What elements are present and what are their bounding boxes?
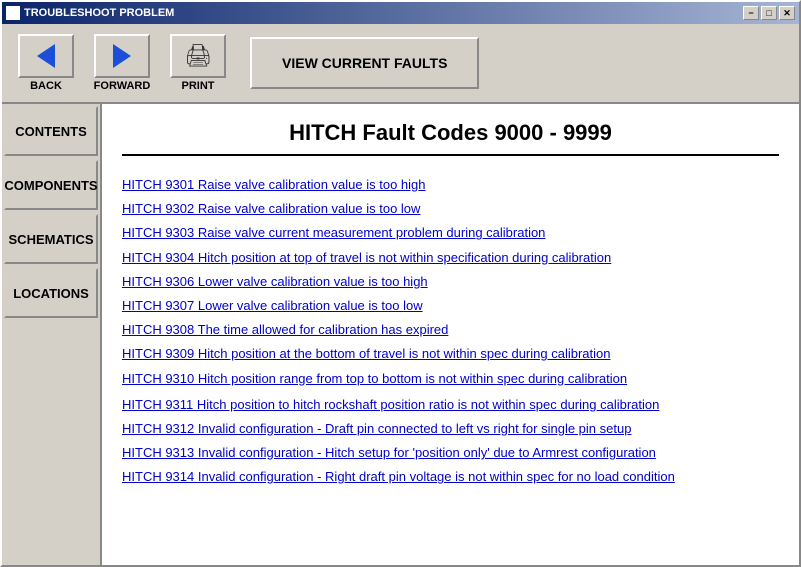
fault-link-9311[interactable]: HITCH 9311 Hitch position to hitch rocks… [122,396,779,414]
toolbar: BACK FORWARD 🖨 PRINT VIEW CURRENT FAULTS [2,24,799,104]
maximize-button[interactable]: □ [761,6,777,20]
back-button-icon [18,34,74,78]
sidebar-schematics-label: SCHEMATICS [9,232,94,247]
title-bar: TROUBLESHOOT PROBLEM − □ ✕ [2,2,799,24]
sidebar-item-contents[interactable]: CONTENTS [4,106,98,156]
forward-button[interactable]: FORWARD [86,34,158,92]
fault-link-9302[interactable]: HITCH 9302 Raise valve calibration value… [122,200,779,218]
back-arrow-icon [37,44,55,68]
fault-link-9310[interactable]: HITCH 9310 Hitch position range from top… [122,370,779,388]
close-button[interactable]: ✕ [779,6,795,20]
title-bar-icon [6,6,20,20]
forward-button-icon [94,34,150,78]
sidebar-item-components[interactable]: COMPONENTS [4,160,98,210]
minimize-button[interactable]: − [743,6,759,20]
fault-link-9307[interactable]: HITCH 9307 Lower valve calibration value… [122,297,779,315]
print-button-icon: 🖨 [170,34,226,78]
sidebar-item-schematics[interactable]: SCHEMATICS [4,214,98,264]
title-bar-controls: − □ ✕ [743,6,795,20]
fault-link-9309[interactable]: HITCH 9309 Hitch position at the bottom … [122,345,779,363]
fault-list: HITCH 9301 Raise valve calibration value… [122,176,779,388]
view-faults-label: VIEW CURRENT FAULTS [282,55,447,71]
sidebar-locations-label: LOCATIONS [13,286,89,301]
view-faults-button[interactable]: VIEW CURRENT FAULTS [250,37,479,89]
forward-label: FORWARD [94,80,151,92]
back-label: BACK [30,80,62,92]
fault-link-9306[interactable]: HITCH 9306 Lower valve calibration value… [122,273,779,291]
fault-link-9303[interactable]: HITCH 9303 Raise valve current measureme… [122,224,779,242]
sidebar-components-label: COMPONENTS [4,178,97,193]
main-area: CONTENTS COMPONENTS SCHEMATICS LOCATIONS… [2,104,799,565]
back-button[interactable]: BACK [10,34,82,92]
fault-link-9314[interactable]: HITCH 9314 Invalid configuration - Right… [122,468,779,486]
fault-link-9308[interactable]: HITCH 9308 The time allowed for calibrat… [122,321,779,339]
forward-arrow-icon [113,44,131,68]
fault-link-9313[interactable]: HITCH 9313 Invalid configuration - Hitch… [122,444,779,462]
content-title: HITCH Fault Codes 9000 - 9999 [122,120,779,156]
fault-link-9301[interactable]: HITCH 9301 Raise valve calibration value… [122,176,779,194]
fault-link-9304[interactable]: HITCH 9304 Hitch position at top of trav… [122,249,779,267]
sidebar-item-locations[interactable]: LOCATIONS [4,268,98,318]
sidebar-contents-label: CONTENTS [15,124,87,139]
content-scroll-area[interactable]: HITCH Fault Codes 9000 - 9999 HITCH 9301… [102,104,799,565]
fault-group-multi: HITCH 9311 Hitch position to hitch rocks… [122,396,779,487]
sidebar: CONTENTS COMPONENTS SCHEMATICS LOCATIONS [2,104,102,565]
print-label: PRINT [182,80,215,92]
printer-icon: 🖨 [184,43,212,69]
title-bar-title: TROUBLESHOOT PROBLEM [24,7,174,19]
fault-link-9312[interactable]: HITCH 9312 Invalid configuration - Draft… [122,420,779,438]
print-button[interactable]: 🖨 PRINT [162,34,234,92]
content-panel: HITCH Fault Codes 9000 - 9999 HITCH 9301… [102,104,799,565]
